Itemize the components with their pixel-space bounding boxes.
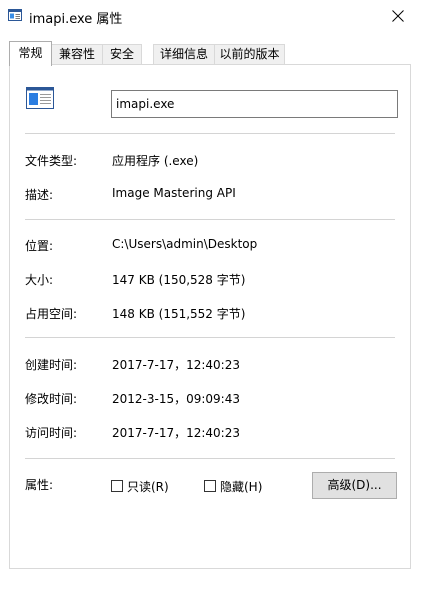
separator [25, 219, 395, 220]
separator [25, 133, 395, 134]
description-value: Image Mastering API [112, 186, 236, 200]
location-value: C:\Users\admin\Desktop [112, 237, 258, 251]
separator [25, 458, 395, 459]
advanced-button[interactable]: 高级(D)... [312, 472, 397, 499]
description-label: 描述: [25, 188, 54, 202]
tab-security[interactable]: 安全 [102, 44, 142, 64]
created-value: 2017-7-17，12:40:23 [112, 358, 240, 372]
created-label: 创建时间: [25, 358, 78, 372]
size-label: 大小: [25, 273, 54, 287]
close-button[interactable] [375, 0, 421, 32]
hidden-label[interactable]: 隐藏(H) [220, 478, 262, 495]
file-name-field[interactable]: imapi.exe [111, 90, 398, 118]
modified-value: 2012-3-15，09:09:43 [112, 392, 240, 406]
accessed-value: 2017-7-17，12:40:23 [112, 426, 240, 440]
size-on-disk-value: 148 KB (151,552 字节) [112, 307, 246, 321]
tab-previous-versions[interactable]: 以前的版本 [214, 44, 285, 64]
hidden-checkbox[interactable] [204, 480, 216, 492]
size-on-disk-label: 占用空间: [25, 307, 78, 321]
location-label: 位置: [25, 239, 54, 253]
title-bar: imapi.exe 属性 [0, 0, 421, 32]
accessed-label: 访问时间: [25, 426, 78, 440]
size-value: 147 KB (150,528 字节) [112, 273, 246, 287]
application-icon [8, 9, 22, 21]
exe-file-icon [26, 87, 54, 109]
separator [25, 337, 395, 338]
readonly-checkbox[interactable] [111, 480, 123, 492]
tab-general[interactable]: 常规 [9, 41, 52, 66]
modified-label: 修改时间: [25, 392, 78, 406]
close-icon [392, 10, 404, 22]
file-type-value: 应用程序 (.exe) [112, 154, 199, 168]
readonly-label[interactable]: 只读(R) [127, 478, 169, 495]
general-tab-panel: imapi.exe 文件类型: 应用程序 (.exe) 描述: Image Ma… [9, 64, 411, 569]
tab-details[interactable]: 详细信息 [153, 44, 215, 64]
window-title: imapi.exe 属性 [29, 12, 123, 27]
attributes-label: 属性: [25, 478, 54, 492]
tab-compatibility[interactable]: 兼容性 [51, 44, 103, 64]
file-type-label: 文件类型: [25, 154, 78, 168]
